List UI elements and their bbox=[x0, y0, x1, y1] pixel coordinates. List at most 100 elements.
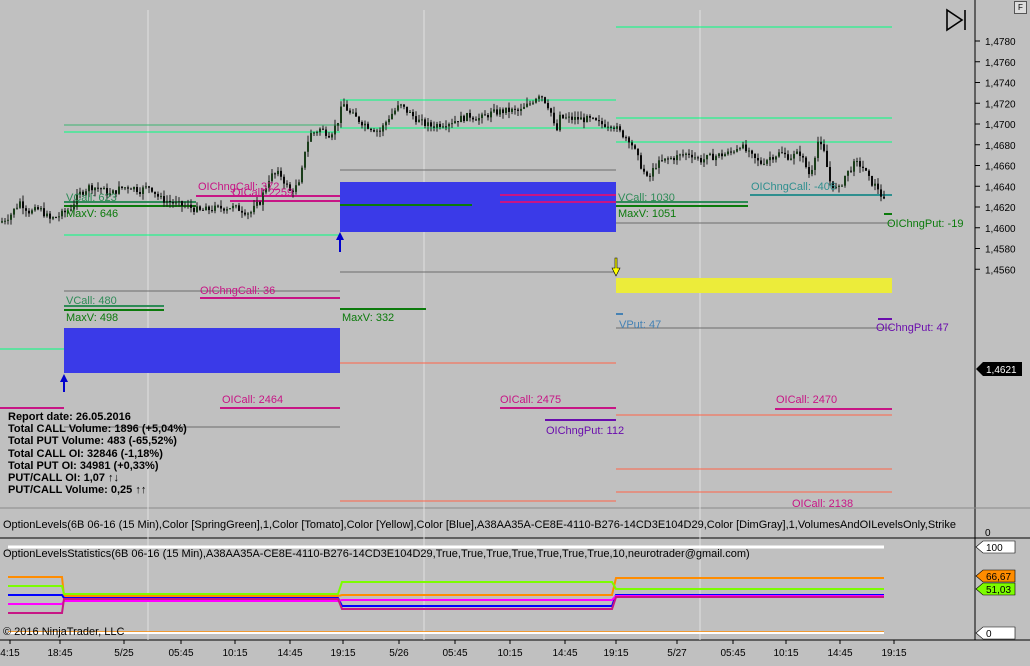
candle-body bbox=[28, 210, 30, 214]
oichngput-label: OIChngPut: 47 bbox=[876, 322, 949, 334]
candle-body bbox=[232, 205, 234, 209]
candle-body bbox=[349, 110, 351, 113]
time-tick-label: 10:15 bbox=[222, 648, 247, 659]
candle-body bbox=[805, 157, 807, 168]
candle-body bbox=[196, 206, 198, 212]
candle-body bbox=[616, 126, 618, 129]
candle-body bbox=[481, 114, 483, 119]
candle-body bbox=[586, 116, 588, 123]
candle-body bbox=[538, 96, 540, 99]
candle-body bbox=[328, 135, 330, 138]
candle-body bbox=[343, 104, 345, 107]
time-tick-label: 14:45 bbox=[827, 648, 852, 659]
candle-body bbox=[250, 212, 252, 214]
candle-body bbox=[337, 122, 339, 126]
candle-body bbox=[502, 109, 504, 114]
candle-body bbox=[454, 121, 456, 124]
candle-body bbox=[379, 130, 381, 132]
time-tick-label: 10:15 bbox=[773, 648, 798, 659]
candle-body bbox=[820, 141, 822, 145]
time-tick-label: 19:15 bbox=[330, 648, 355, 659]
chart-canvas[interactable]: VCall: 623 MaxV: 646 OIChngCall: 372 OIC… bbox=[0, 0, 1030, 666]
candle-body bbox=[94, 187, 96, 191]
candle-body bbox=[49, 213, 51, 219]
candle-body bbox=[97, 187, 99, 189]
candle-body bbox=[439, 123, 441, 127]
float-toggle-button[interactable]: F bbox=[1014, 1, 1027, 14]
candle-body bbox=[25, 208, 27, 211]
candle-body bbox=[580, 117, 582, 120]
candle-body bbox=[100, 188, 102, 190]
candle-body bbox=[766, 160, 768, 164]
candle-body bbox=[505, 107, 507, 114]
candle-body bbox=[298, 182, 300, 186]
candle-body bbox=[403, 104, 405, 107]
vcall-label: VCall: 1030 bbox=[618, 192, 675, 204]
time-tick-label: 5/26 bbox=[389, 648, 409, 659]
candle-body bbox=[571, 116, 573, 120]
candle-body bbox=[103, 187, 105, 190]
vcall-label: VCall: 623 bbox=[66, 192, 117, 204]
candle-body bbox=[754, 153, 756, 159]
candle-body bbox=[532, 102, 534, 104]
candle-body bbox=[853, 161, 855, 172]
candle-body bbox=[157, 193, 159, 197]
report-put-call-oi: PUT/CALL OI: 1,07 ↑↓ bbox=[8, 472, 120, 485]
candle-body bbox=[742, 144, 744, 149]
candle-body bbox=[433, 126, 435, 128]
vput-label: VPut: 47 bbox=[619, 319, 661, 331]
candle-body bbox=[271, 173, 273, 181]
candle-body bbox=[304, 151, 306, 168]
option-levels-statistics-title[interactable]: OptionLevelsStatistics(6B 06-16 (15 Min)… bbox=[3, 548, 750, 560]
candle-body bbox=[511, 108, 513, 112]
candle-body bbox=[418, 119, 420, 123]
time-tick-label: 14:45 bbox=[552, 648, 577, 659]
oicall-label: OICall: 2475 bbox=[500, 394, 561, 406]
copyright: © 2016 NinjaTrader, LLC bbox=[3, 626, 125, 638]
price-tick-label: 1,4680 bbox=[985, 141, 1016, 152]
candle-body bbox=[400, 104, 402, 106]
candle-body bbox=[574, 116, 576, 120]
candle-body bbox=[862, 166, 864, 168]
candle-body bbox=[352, 112, 354, 114]
candle-body bbox=[427, 122, 429, 126]
candle-body bbox=[706, 154, 708, 160]
oichngcall-label: OIChngCall: 36 bbox=[200, 285, 275, 297]
candle-body bbox=[133, 187, 135, 190]
candle-body bbox=[691, 154, 693, 158]
candle-body bbox=[286, 183, 288, 185]
candle-body bbox=[598, 120, 600, 122]
oicall-label: OICall: 2138 bbox=[792, 498, 853, 510]
candle-body bbox=[871, 175, 873, 186]
candle-body bbox=[55, 217, 57, 219]
candle-body bbox=[58, 216, 60, 218]
candle-body bbox=[694, 157, 696, 159]
candle-body bbox=[724, 154, 726, 157]
candle-body bbox=[652, 168, 654, 177]
candle-body bbox=[334, 125, 336, 135]
report-total-put-volume: Total PUT Volume: 483 (-65,52%) bbox=[8, 435, 177, 448]
candle-body bbox=[619, 126, 621, 131]
option-levels-indicator-title[interactable]: OptionLevels(6B 06-16 (15 Min),Color [Sp… bbox=[3, 519, 975, 531]
candle-body bbox=[682, 154, 684, 156]
candle-body bbox=[91, 185, 93, 191]
time-axis[interactable]: 4:15 18:45 5/25 05:45 10:15 14:45 19:15 5/26 05:… bbox=[0, 640, 907, 659]
candle-body bbox=[214, 205, 216, 211]
candle-body bbox=[19, 201, 21, 208]
candle-body bbox=[484, 114, 486, 116]
candle-body bbox=[181, 201, 183, 206]
candle-body bbox=[490, 111, 492, 118]
candle-body bbox=[442, 126, 444, 128]
candle-body bbox=[220, 205, 222, 209]
candle-body bbox=[217, 205, 219, 207]
candle-body bbox=[136, 187, 138, 192]
candle-body bbox=[664, 158, 666, 161]
report-total-put-oi: Total PUT OI: 34981 (+0,33%) bbox=[8, 459, 159, 472]
candle-body bbox=[373, 130, 375, 132]
candle-body bbox=[382, 125, 384, 132]
candle-body bbox=[472, 117, 474, 120]
candle-body bbox=[640, 155, 642, 169]
candle-body bbox=[148, 186, 150, 188]
price-axis[interactable]: 1,4780 1,4760 1,4740 1,4720 1,4700 1,4680 1,46… bbox=[975, 37, 1016, 276]
candle-body bbox=[310, 133, 312, 142]
